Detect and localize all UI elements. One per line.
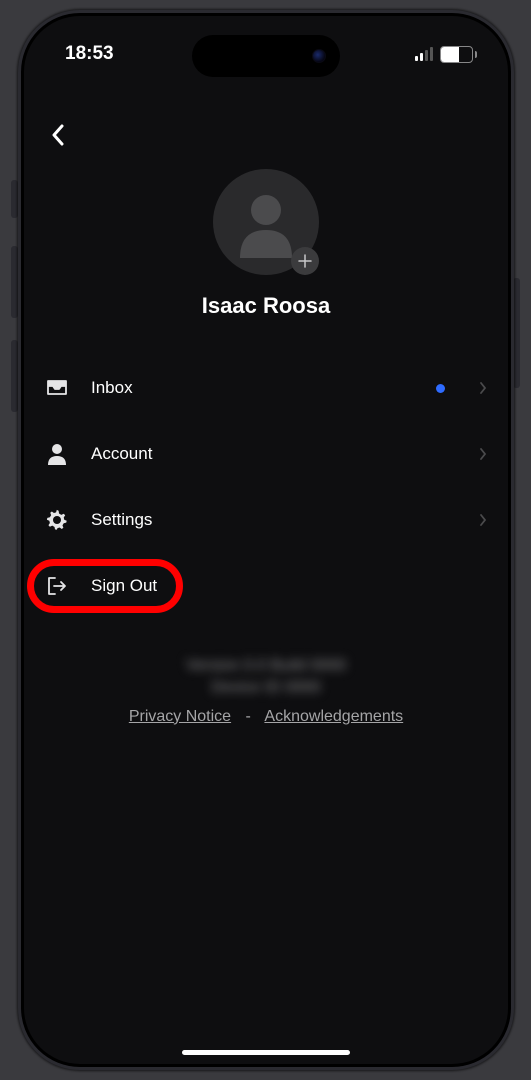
avatar[interactable]: [213, 169, 319, 275]
menu-item-account[interactable]: Account: [45, 421, 487, 487]
profile-name: Isaac Roosa: [202, 293, 330, 319]
phone-silence-switch: [11, 180, 18, 218]
phone-volume-down: [11, 340, 18, 412]
cellular-signal-icon: [415, 47, 433, 61]
menu-list: Inbox Account: [45, 355, 487, 619]
inbox-icon: [46, 379, 68, 397]
chevron-left-icon: [51, 124, 64, 146]
person-silhouette-icon: [230, 186, 302, 258]
phone-volume-up: [11, 246, 18, 318]
status-bar: 18:53 57: [21, 13, 511, 87]
menu-label: Sign Out: [91, 576, 487, 596]
back-button[interactable]: [51, 115, 91, 155]
person-icon: [47, 443, 67, 465]
chevron-right-icon: [479, 447, 487, 461]
acknowledgements-link[interactable]: Acknowledgements: [264, 708, 403, 725]
privacy-link[interactable]: Privacy Notice: [129, 708, 231, 725]
gear-icon: [46, 509, 68, 531]
chevron-right-icon: [479, 381, 487, 395]
notification-dot: [436, 384, 445, 393]
phone-power-button: [513, 278, 520, 388]
menu-label: Settings: [91, 510, 457, 530]
status-time: 18:53: [65, 43, 114, 65]
separator: -: [246, 708, 251, 725]
add-photo-button[interactable]: [291, 247, 319, 275]
footer-section: Version 0.0 Build 0000Device ID 0000 Pri…: [45, 655, 487, 726]
phone-frame: 18:53 57: [18, 10, 514, 1070]
plus-icon: [298, 254, 312, 268]
redacted-text: Version 0.0 Build 0000Device ID 0000: [186, 655, 346, 700]
menu-item-inbox[interactable]: Inbox: [45, 355, 487, 421]
profile-section: Isaac Roosa: [45, 169, 487, 319]
home-indicator[interactable]: [182, 1050, 350, 1055]
menu-item-settings[interactable]: Settings: [45, 487, 487, 553]
chevron-right-icon: [479, 513, 487, 527]
battery-indicator: 57: [440, 46, 477, 63]
sign-out-icon: [46, 576, 68, 596]
menu-item-signout[interactable]: Sign Out: [45, 553, 487, 619]
menu-label: Inbox: [91, 378, 414, 398]
menu-label: Account: [91, 444, 457, 464]
